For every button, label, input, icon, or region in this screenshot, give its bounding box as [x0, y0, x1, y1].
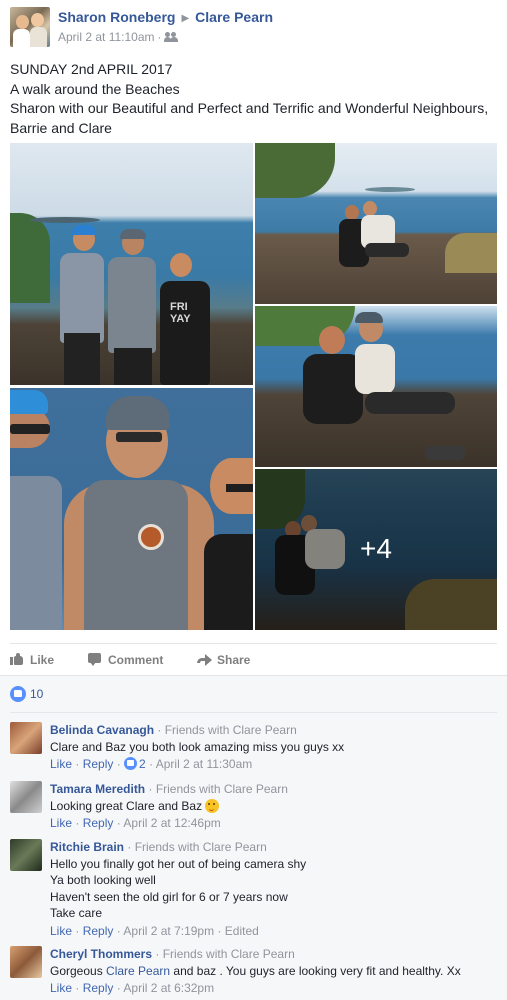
share-button-label: Share	[217, 653, 251, 667]
post-actions: Like Comment Share	[10, 643, 497, 675]
comment-text: Looking great Clare and Baz	[50, 798, 203, 813]
reaction-count: 10	[30, 687, 44, 701]
photo-1[interactable]: FRI YAY	[10, 143, 253, 385]
comment-button[interactable]: Comment	[88, 653, 163, 667]
post-meta: April 2 at 11:10am ·	[58, 30, 178, 44]
photo-more[interactable]: +4	[255, 469, 497, 630]
photo-3[interactable]	[255, 306, 497, 467]
commenter-name[interactable]: Belinda Cavanagh	[50, 723, 154, 737]
share-button[interactable]: Share	[197, 653, 250, 667]
thumbs-up-icon	[10, 653, 24, 665]
commenter-avatar[interactable]	[10, 839, 42, 871]
post-text-line: A walk around the Beaches	[10, 80, 180, 97]
post-text: SUNDAY 2nd APRIL 2017 A walk around the …	[10, 60, 500, 138]
comment-time[interactable]: April 2 at 11:30am	[156, 757, 253, 771]
shirt-text: FRI YAY	[170, 301, 191, 325]
comment-edited[interactable]: Edited	[225, 924, 259, 938]
comment-like-link[interactable]: Like	[50, 816, 72, 830]
post-text-line: SUNDAY 2nd APRIL 2017	[10, 61, 173, 77]
mention-link[interactable]: Clare Pearn	[106, 964, 170, 978]
comment-like-link[interactable]: Like	[50, 924, 72, 938]
like-reaction-icon	[124, 757, 138, 770]
kissing-face-emoji-icon	[205, 798, 220, 813]
photo-grid: FRI YAY +4	[10, 143, 497, 630]
comment-time[interactable]: April 2 at 7:19pm	[123, 924, 214, 938]
shirt-text-line: FRI	[170, 301, 188, 313]
arrow-right-icon: ▶	[181, 13, 190, 24]
comment-reply-link[interactable]: Reply	[83, 757, 114, 771]
commenter-name[interactable]: Ritchie Brain	[50, 840, 124, 854]
comment-text: and baz . You guys are looking very fit …	[170, 963, 461, 978]
photo-4[interactable]	[10, 388, 253, 630]
comment-reply-link[interactable]: Reply	[83, 816, 114, 830]
comment-button-label: Comment	[108, 653, 164, 667]
comment-like-link[interactable]: Like	[50, 757, 72, 771]
post-header: Sharon Roneberg ▶ Clare Pearn April 2 at 1…	[0, 0, 507, 52]
commenter-avatar[interactable]	[10, 722, 42, 754]
divider	[10, 712, 497, 713]
photo-2[interactable]	[255, 143, 497, 304]
comment-reply-link[interactable]: Reply	[83, 981, 114, 995]
comment-time[interactable]: April 2 at 6:32pm	[123, 981, 214, 995]
commenter-name[interactable]: Tamara Meredith	[50, 782, 145, 796]
commenter-relation: Friends with Clare Pearn	[164, 723, 297, 737]
comment-text: Ya both looking well	[50, 873, 156, 887]
post-text-line: Sharon with our Beautiful and Perfect an…	[10, 100, 489, 116]
reactions-summary[interactable]: 10	[10, 686, 43, 704]
comment-text: Clare and Baz you both look amazing miss…	[50, 739, 345, 754]
post-names: Sharon Roneberg ▶ Clare Pearn	[58, 9, 273, 25]
post-text-line: Barrie and Clare	[10, 119, 112, 136]
like-reaction-icon	[10, 686, 26, 702]
share-arrow-icon	[197, 653, 212, 666]
post-timestamp[interactable]: April 2 at 11:10am	[58, 30, 155, 44]
target-name-link[interactable]: Clare Pearn	[195, 9, 273, 25]
more-photos-count: +4	[360, 533, 392, 564]
meta-separator: ·	[157, 30, 162, 44]
shirt-text-line: YAY	[170, 313, 191, 325]
commenter-relation: Friends with Clare Pearn	[134, 840, 267, 854]
author-avatar[interactable]	[10, 7, 50, 47]
comment-time[interactable]: April 2 at 12:46pm	[123, 816, 220, 830]
commenter-avatar[interactable]	[10, 781, 42, 813]
comment-text: Gorgeous	[50, 963, 107, 978]
comment-text: Hello you finally got her out of being c…	[50, 856, 307, 871]
author-name-link[interactable]: Sharon Roneberg	[58, 9, 175, 25]
comment-text: Take care	[50, 906, 103, 920]
comment-icon	[88, 653, 102, 666]
commenter-relation: Friends with Clare Pearn	[155, 782, 288, 796]
commenter-name[interactable]: Cheryl Thommers	[50, 947, 152, 961]
comment-like-count[interactable]: 2	[139, 757, 146, 771]
like-button-label: Like	[30, 653, 55, 667]
like-button[interactable]: Like	[10, 653, 54, 667]
commenter-relation: Friends with Clare Pearn	[162, 947, 295, 961]
comment-like-link[interactable]: Like	[50, 981, 72, 995]
commenter-avatar[interactable]	[10, 946, 42, 978]
comment-text: Haven't seen the old girl for 6 or 7 yea…	[50, 889, 288, 904]
comments-section: 10 Belinda Cavanagh · Friends with Clare…	[0, 675, 507, 1000]
friends-icon[interactable]	[163, 32, 178, 42]
comment-reply-link[interactable]: Reply	[83, 924, 114, 938]
